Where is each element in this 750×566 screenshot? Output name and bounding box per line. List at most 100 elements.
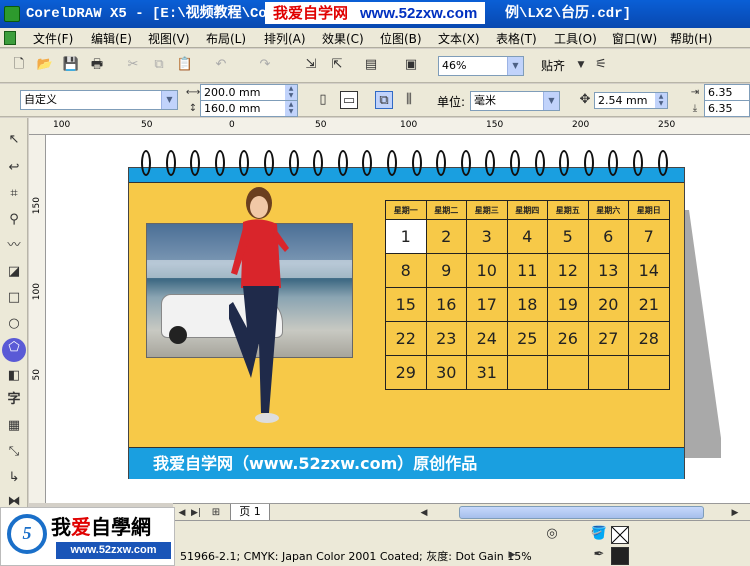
day-cell[interactable]: 31 [466, 355, 508, 390]
menu-layout[interactable]: 布局(L) [206, 30, 246, 47]
spinner-icon[interactable]: ▲ ▼ [285, 85, 297, 100]
welcome-screen-icon[interactable]: ▣ [402, 56, 420, 74]
page-preset-combo[interactable]: 自定义 ▼ [20, 90, 178, 110]
day-cell[interactable]: 7 [628, 219, 670, 254]
day-cell[interactable]: 27 [587, 321, 629, 356]
nudge-distance-field[interactable]: 2.54 mm ▲ ▼ [594, 92, 668, 109]
day-cell[interactable]: 8 [385, 253, 427, 288]
outline-swatch-black[interactable] [611, 547, 629, 565]
print-icon[interactable]: 🖶 [88, 56, 106, 74]
menu-edit[interactable]: 编辑(E) [91, 30, 132, 47]
day-cell[interactable]: 14 [628, 253, 670, 288]
day-cell[interactable]: 20 [587, 287, 629, 322]
calendar-grid[interactable]: 星期一 星期二 星期三 星期四 星期五 星期六 星期日 1 2 3 4 5 6 … [385, 200, 670, 390]
day-cell[interactable]: 10 [466, 253, 508, 288]
portrait-icon[interactable]: ▯ [314, 91, 332, 109]
day-cell[interactable]: 6 [587, 219, 629, 254]
day-cell[interactable]: 2 [425, 219, 467, 254]
day-cell[interactable]: 25 [506, 321, 548, 356]
ellipse-tool-icon[interactable]: ○ [4, 314, 24, 334]
horizontal-scroll-thumb[interactable] [459, 506, 704, 519]
basic-shapes-tool-icon[interactable]: ◧ [4, 366, 24, 386]
rectangle-tool-icon[interactable]: □ [4, 288, 24, 308]
polygon-tool-icon[interactable]: ⬠ [2, 338, 26, 362]
undo-icon[interactable]: ↶ [212, 56, 230, 74]
day-cell[interactable]: 26 [547, 321, 589, 356]
day-cell[interactable]: 13 [587, 253, 629, 288]
day-cell[interactable]: 1 [385, 219, 427, 254]
fill-swatch-none[interactable] [611, 526, 629, 544]
day-cell[interactable]: 16 [425, 287, 467, 322]
day-cell[interactable]: 22 [385, 321, 427, 356]
day-cell[interactable]: 17 [466, 287, 508, 322]
chevron-down-icon[interactable]: ▼ [161, 91, 177, 109]
vertical-ruler[interactable]: 150 100 50 [29, 135, 46, 503]
desk-calendar[interactable]: 星期一 星期二 星期三 星期四 星期五 星期六 星期日 1 2 3 4 5 6 … [128, 150, 685, 479]
copy-icon[interactable]: ⧉ [150, 56, 168, 74]
menu-bitmaps[interactable]: 位图(B) [380, 30, 422, 47]
day-cell[interactable]: 18 [506, 287, 548, 322]
day-cell[interactable]: 29 [385, 355, 427, 390]
menu-window[interactable]: 窗口(W) [612, 30, 657, 47]
crop-tool-icon[interactable]: ⌗ [4, 184, 24, 204]
day-cell[interactable] [506, 355, 548, 390]
page-tab-1[interactable]: 页 1 [230, 504, 270, 521]
status-expand-icon[interactable]: ▶ [503, 546, 521, 564]
current-page-icon[interactable]: ⫼ [400, 91, 418, 109]
snap-dropdown-icon[interactable]: ▼ [572, 56, 590, 74]
freehand-tool-icon[interactable]: 〰 [4, 236, 24, 256]
export-icon[interactable]: ⇱ [328, 56, 346, 74]
drawing-canvas[interactable]: 星期一 星期二 星期三 星期四 星期五 星期六 星期日 1 2 3 4 5 6 … [46, 135, 750, 503]
day-cell[interactable]: 23 [425, 321, 467, 356]
document-icon[interactable] [4, 31, 16, 45]
table-tool-icon[interactable]: ▦ [4, 416, 24, 436]
smart-fill-tool-icon[interactable]: ◪ [4, 262, 24, 282]
menu-effects[interactable]: 效果(C) [322, 30, 364, 47]
import-icon[interactable]: ⇲ [302, 56, 320, 74]
units-combo[interactable]: 毫米 ▼ [470, 91, 560, 111]
options-icon[interactable]: ⚟ [592, 56, 610, 74]
duplicate-distance-x-field[interactable]: 6.35 mm [704, 84, 750, 114]
open-folder-icon[interactable]: 📂 [36, 56, 54, 74]
menu-table[interactable]: 表格(T) [496, 30, 537, 47]
chevron-down-icon[interactable]: ▼ [543, 92, 559, 110]
save-icon[interactable]: 💾 [62, 56, 80, 74]
menu-view[interactable]: 视图(V) [148, 30, 190, 47]
day-cell[interactable]: 4 [506, 219, 548, 254]
landscape-icon[interactable]: ▭ [340, 91, 358, 109]
application-launcher-icon[interactable]: ▤ [362, 56, 380, 74]
snap-status-icon[interactable]: ◎ [543, 525, 561, 543]
all-pages-icon[interactable]: ⧉ [375, 91, 393, 109]
chevron-down-icon[interactable]: ▼ [507, 57, 523, 75]
shape-tool-icon[interactable]: ↩ [4, 158, 24, 178]
day-cell[interactable]: 19 [547, 287, 589, 322]
day-cell[interactable]: 24 [466, 321, 508, 356]
day-cell[interactable]: 28 [628, 321, 670, 356]
new-document-icon[interactable]: 🗋 [10, 56, 28, 74]
spinner-icon[interactable]: ▲ ▼ [285, 101, 297, 116]
day-cell[interactable]: 11 [506, 253, 548, 288]
menu-arrange[interactable]: 排列(A) [264, 30, 306, 47]
zoom-tool-icon[interactable]: ⚲ [4, 210, 24, 230]
day-cell[interactable]: 12 [547, 253, 589, 288]
menu-help[interactable]: 帮助(H) [670, 30, 712, 47]
day-cell[interactable] [628, 355, 670, 390]
connector-tool-icon[interactable]: ↳ [4, 468, 24, 488]
zoom-level-combo[interactable]: 46% ▼ [438, 56, 524, 76]
day-cell[interactable] [587, 355, 629, 390]
text-tool-icon[interactable]: 字 [4, 390, 24, 410]
horizontal-ruler[interactable]: 100 50 0 50 100 150 200 250 [29, 118, 750, 135]
day-cell[interactable]: 9 [425, 253, 467, 288]
snap-to-label[interactable]: 贴齐 [541, 57, 565, 74]
color-profile-status[interactable]: 51966-2.1; CMYK: Japan Color 2001 Coated… [180, 548, 532, 564]
menu-tools[interactable]: 工具(O) [554, 30, 597, 47]
day-cell[interactable]: 21 [628, 287, 670, 322]
menu-file[interactable]: 文件(F) [33, 30, 73, 47]
page-height-field[interactable]: 160.0 mm ▲ ▼ [200, 100, 298, 117]
menu-text[interactable]: 文本(X) [438, 30, 480, 47]
spinner-icon[interactable]: ▲ ▼ [655, 93, 667, 108]
page-width-field[interactable]: 200.0 mm ▲ ▼ [200, 84, 298, 101]
paste-icon[interactable]: 📋 [176, 56, 194, 74]
day-cell[interactable] [547, 355, 589, 390]
day-cell[interactable]: 30 [425, 355, 467, 390]
